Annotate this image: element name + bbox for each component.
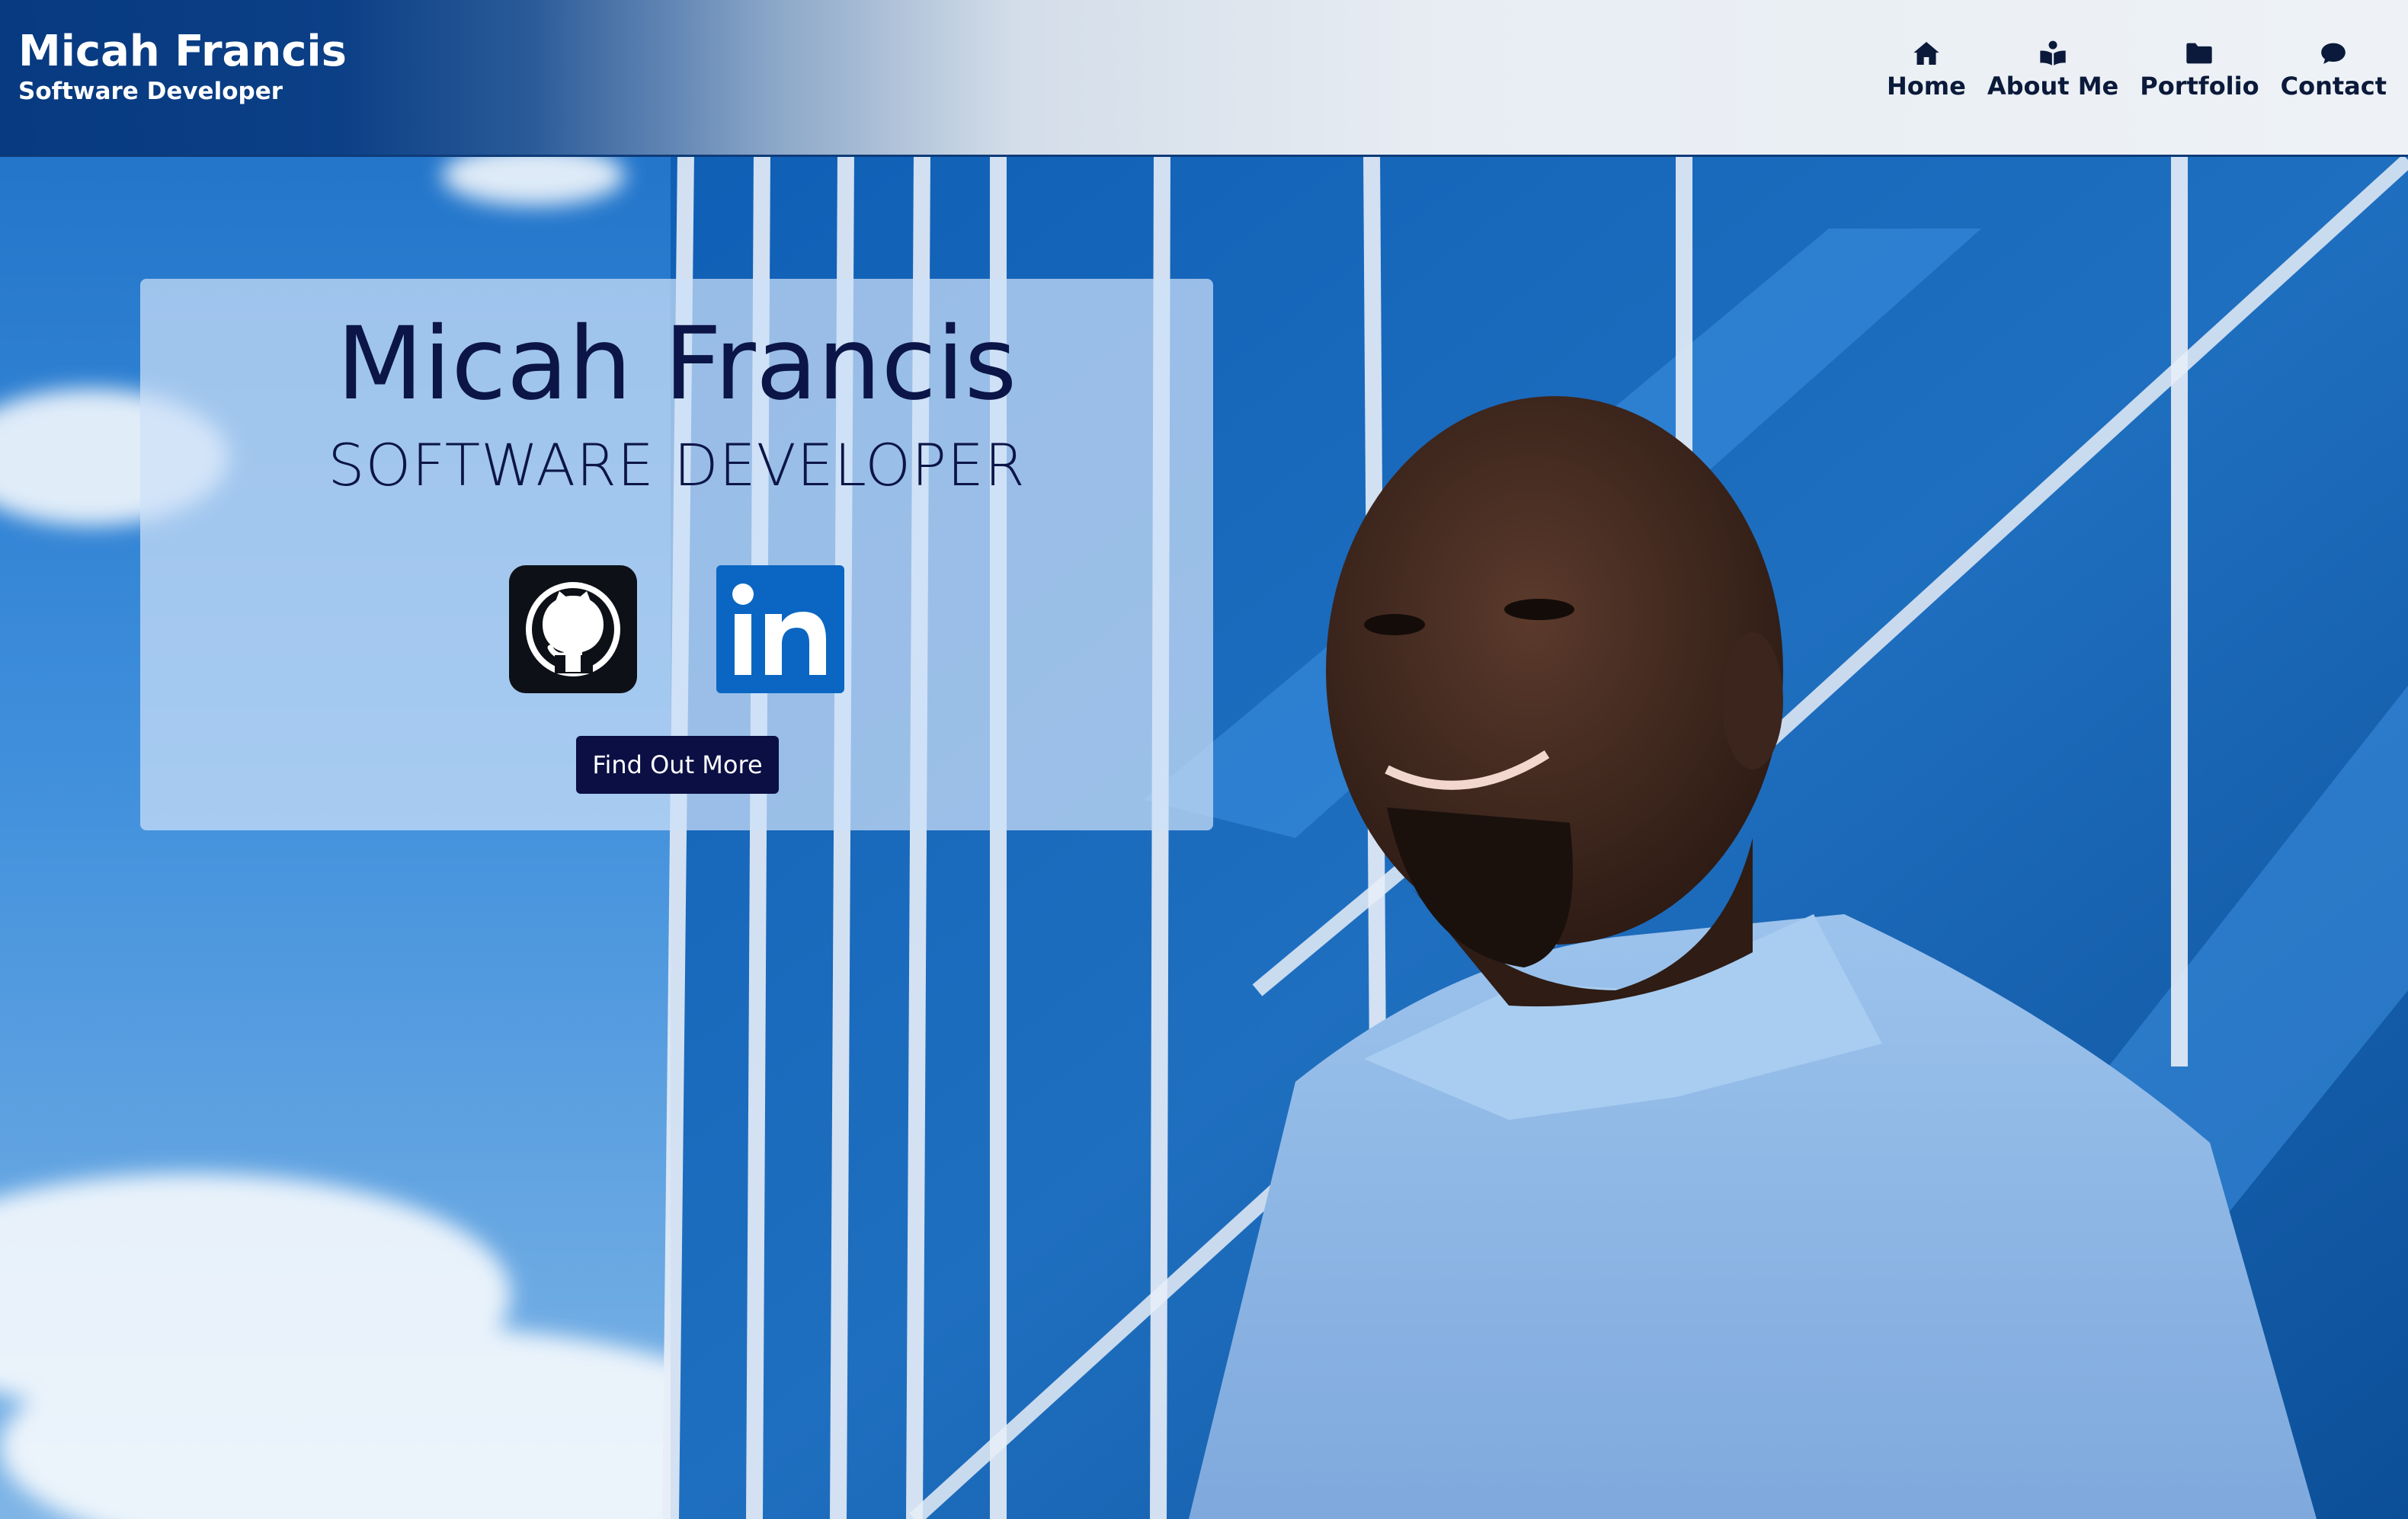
github-icon	[509, 565, 637, 693]
linkedin-link[interactable]	[716, 565, 844, 693]
nav-label-contact: Contact	[2280, 72, 2387, 101]
intro-name: Micah Francis	[336, 305, 1017, 423]
brand[interactable]: Micah Francis Software Developer	[18, 27, 347, 105]
intro-card: Micah Francis SOFTWARE DEVELOPER Find Ou…	[140, 279, 1213, 830]
nav-item-about[interactable]: About Me	[1984, 38, 2121, 101]
nav-label-about: About Me	[1987, 72, 2119, 101]
linkedin-icon	[716, 565, 844, 693]
home-icon	[1913, 42, 1939, 65]
brand-name: Micah Francis	[18, 27, 347, 76]
nav-item-portfolio[interactable]: Portfolio	[2137, 38, 2262, 101]
find-out-more-button[interactable]: Find Out More	[576, 736, 779, 794]
nav-item-home[interactable]: Home	[1884, 38, 1969, 101]
github-link[interactable]	[509, 565, 637, 693]
folder-icon	[2186, 43, 2213, 64]
brand-tagline: Software Developer	[18, 78, 283, 106]
main-nav: Home About Me Portfolio Contact	[1884, 38, 2390, 101]
site-header: Micah Francis Software Developer Home Ab…	[0, 0, 2408, 157]
nav-label-home: Home	[1887, 72, 1966, 101]
intro-role: SOFTWARE DEVELOPER	[328, 431, 1026, 499]
reader-icon	[2040, 40, 2066, 66]
chat-bubble-icon	[2321, 43, 2346, 64]
nav-label-portfolio: Portfolio	[2140, 72, 2259, 101]
social-links	[140, 565, 1213, 693]
nav-item-contact[interactable]: Contact	[2278, 38, 2390, 101]
